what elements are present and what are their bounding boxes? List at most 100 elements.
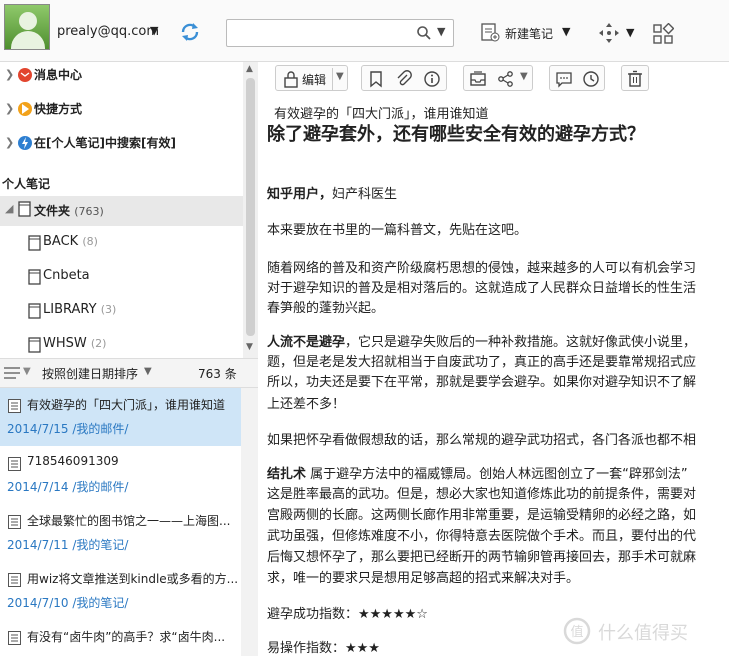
delete-button-group — [621, 65, 649, 91]
scroll-up-icon[interactable]: ▲ — [246, 64, 253, 74]
chevron-down-icon[interactable]: ▼ — [520, 71, 528, 82]
clock-icon[interactable] — [581, 69, 601, 89]
subfolder-label: Cnbeta — [43, 268, 90, 283]
note-paragraph: 武功虽强，但修炼难度不小，你得特意去医院做个手术。而且，要付出的代 — [267, 529, 697, 544]
expand-arrow-icon[interactable]: ❯ — [5, 68, 14, 81]
watermark-logo-icon: 值 — [563, 617, 591, 645]
comment-button-group — [549, 65, 605, 91]
chevron-down-icon[interactable]: ▼ — [562, 25, 570, 38]
search-folder-icon — [18, 136, 32, 150]
note-bold: 人流不是避孕 — [267, 335, 346, 350]
expand-arrow-icon[interactable]: ❯ — [5, 136, 14, 149]
section-title: 个人笔记 — [2, 177, 51, 191]
search-icon[interactable] — [416, 25, 432, 41]
edit-button[interactable]: 编辑 — [302, 71, 326, 88]
attachment-icon[interactable] — [394, 69, 414, 89]
folder-label: 文件夹 — [34, 204, 71, 218]
note-folder-link[interactable]: /我的笔记/ — [72, 596, 128, 610]
note-paragraph: 春笋般的蓬勃兴起。 — [267, 301, 385, 316]
note-folder-link[interactable]: /我的邮件/ — [72, 422, 128, 436]
subfolder-count: (2) — [90, 337, 107, 350]
note-paragraph: 本来要放在书里的一篇科普文，先贴在这吧。 — [267, 223, 528, 238]
sync-icon[interactable] — [178, 20, 202, 44]
notebook-icon — [28, 303, 41, 319]
note-paragraph: 如果把怀孕看做假想敌的话，那么常规的避孕武功招式，各门各派也都不相 — [267, 433, 697, 448]
subfolder-label: LIBRARY — [43, 302, 97, 317]
tree-item-messages[interactable]: ❯ 消息中心 — [0, 62, 243, 92]
avatar-head — [19, 12, 37, 30]
search-options-icon[interactable]: ▼ — [437, 25, 445, 38]
folder-icon — [18, 201, 31, 217]
share-icon[interactable] — [496, 69, 516, 89]
shortcut-icon — [18, 102, 32, 116]
note-meta: 2014/7/14 /我的邮件/ — [7, 478, 128, 495]
chevron-down-icon[interactable]: ▼ — [150, 24, 158, 37]
note-title: 用wiz将文章推送到kindle或多看的方... — [27, 572, 237, 586]
tree-item-cnbeta[interactable]: Cnbeta — [0, 262, 243, 292]
move-icon[interactable] — [598, 22, 620, 44]
expand-arrow-icon[interactable]: ❯ — [5, 102, 14, 115]
note-paragraph: 所以，功夫还是要下在平常，那就是要学会避孕。如果你对避孕知识不了解 — [267, 375, 697, 390]
note-text: 属于避孕方法中的福威镖局。创始人林远图创立了一套“辟邪剑法” — [306, 467, 688, 482]
trash-icon[interactable] — [625, 69, 645, 89]
note-folder-link[interactable]: /我的邮件/ — [72, 480, 128, 494]
note-paragraph: 知乎用户，妇产科医生 — [267, 184, 397, 206]
sort-dropdown[interactable]: 按照创建日期排序 — [42, 365, 138, 382]
account-name[interactable]: prealy@qq.com — [57, 24, 159, 39]
note-list-scrollbar[interactable] — [241, 388, 258, 656]
avatar-body — [11, 31, 45, 49]
note-bold: 结扎术 — [267, 467, 307, 482]
scrollbar-thumb[interactable] — [246, 78, 255, 336]
tree-item-label: 文件夹 (763) — [34, 202, 104, 219]
note-icon — [8, 399, 21, 413]
chevron-down-icon[interactable]: ▼ — [336, 71, 344, 82]
chevron-down-icon[interactable]: ▼ — [626, 26, 634, 39]
share-button-group: ▼ — [463, 65, 533, 91]
chevron-down-icon[interactable]: ▼ — [144, 366, 152, 377]
menu-icon[interactable] — [4, 367, 20, 379]
note-list-item[interactable]: 有没有“卤牛肉”的高手？求“卤牛肉... — [0, 620, 241, 656]
tree-item-shortcuts[interactable]: ❯ 快捷方式 — [0, 96, 243, 126]
bookmark-icon[interactable] — [366, 69, 386, 89]
tree-item-whsw[interactable]: WHSW (2) — [0, 330, 243, 358]
tree-item-search[interactable]: ❯ 在[个人笔记]中搜索[有效] — [0, 130, 243, 160]
collapse-arrow-icon[interactable]: ◢ — [5, 202, 13, 215]
search-input[interactable] — [231, 23, 411, 43]
watermark-text: 什么值得买 — [598, 623, 688, 644]
inbox-icon[interactable] — [468, 69, 488, 89]
search-box[interactable]: ▼ — [226, 19, 454, 47]
info-icon[interactable] — [422, 69, 442, 89]
avatar[interactable] — [4, 4, 50, 50]
layout-icon[interactable] — [652, 23, 674, 45]
tree-scrollbar[interactable]: ▲ ▼ — [243, 62, 258, 358]
note-heading: 除了避孕套外，还有哪些安全有效的避孕方式？ — [267, 124, 645, 145]
note-author-rest: 妇产科医生 — [332, 187, 398, 202]
note-viewer: 编辑 ▼ ▼ 有效避孕的「四大门派」，谁用谁知道 除了避孕套外，还有哪些安全有效… — [259, 62, 729, 656]
note-meta: 2014/7/11 /我的笔记/ — [7, 536, 128, 553]
note-paragraph: 对于避孕知识的普及是相对落后的。这就造成了人民群众日益增长的性生活 — [267, 281, 697, 296]
folder-tree: ❯ 消息中心 ❯ 快捷方式 ❯ 在[个人笔记]中搜索[有效] 个人笔记 ◢ 文件… — [0, 62, 243, 358]
new-note-button[interactable]: 新建笔记 ▼ — [478, 20, 578, 46]
tree-item-label: 在[个人笔记]中搜索[有效] — [34, 136, 176, 150]
sort-bar: ▼ 按照创建日期排序 ▼ 763 条 — [0, 358, 258, 388]
note-folder-link[interactable]: /我的笔记/ — [72, 538, 128, 552]
note-text: ，它只是避孕失败后的一种补救措施。这就好像武侠小说里， — [345, 335, 697, 350]
tree-item-back[interactable]: BACK (8) — [0, 228, 243, 258]
tree-item-label: Cnbeta — [43, 268, 90, 283]
comment-icon[interactable] — [554, 69, 574, 89]
note-list-item[interactable]: 全球最繁忙的图书馆之一——上海图... 2014/7/11 /我的笔记/ — [0, 504, 241, 562]
note-meta: 2014/7/10 /我的笔记/ — [7, 594, 128, 611]
note-paragraph: 求，唯一的要求只是想用足够高超的招式来解决对手。 — [267, 571, 580, 586]
note-list-item[interactable]: 有效避孕的「四大门派」，谁用谁知道 2014/7/15 /我的邮件/ — [0, 388, 241, 446]
note-date: 2014/7/10 — [7, 596, 69, 610]
note-paragraph: 结扎术 属于避孕方法中的福威镖局。创始人林远图创立了一套“辟邪剑法” — [267, 464, 688, 486]
tree-item-folders[interactable]: ◢ 文件夹 (763) — [0, 196, 243, 226]
chevron-down-icon[interactable]: ▼ — [23, 366, 31, 377]
lock-icon — [284, 71, 298, 88]
note-list-item[interactable]: 718546091309 2014/7/14 /我的邮件/ — [0, 446, 241, 504]
note-author-bold: 知乎用户， — [267, 187, 333, 202]
note-list-item[interactable]: 用wiz将文章推送到kindle或多看的方... 2014/7/10 /我的笔记… — [0, 562, 241, 620]
svg-text:值: 值 — [570, 624, 583, 640]
tree-item-library[interactable]: LIBRARY (3) — [0, 296, 243, 326]
scroll-down-icon[interactable]: ▼ — [246, 342, 253, 352]
